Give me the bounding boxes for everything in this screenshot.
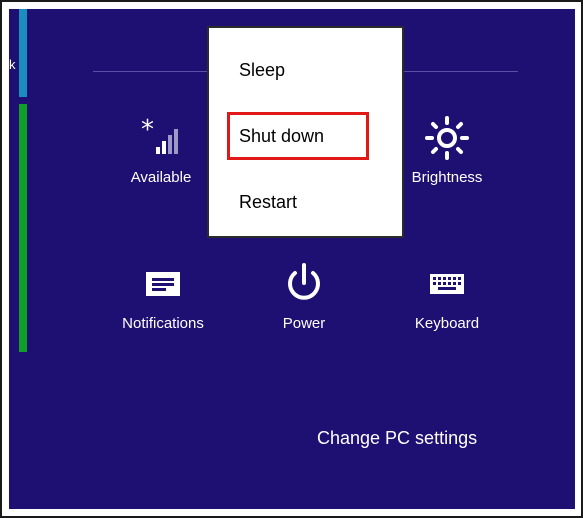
change-pc-settings-link[interactable]: Change PC settings [317, 428, 477, 449]
keyboard-icon [392, 259, 502, 309]
network-tile-label: Available [130, 169, 192, 186]
notifications-tile-label: Notifications [122, 315, 204, 332]
brightness-tile-label: Brightness [411, 169, 483, 186]
power-icon [249, 259, 359, 309]
brightness-icon [392, 113, 502, 163]
network-tile[interactable]: * Available [106, 113, 216, 186]
start-screen-tile-green [19, 104, 27, 352]
notifications-icon [108, 259, 218, 309]
notifications-tile[interactable]: Notifications [108, 259, 218, 332]
power-menu: Sleep Shut down Restart [207, 26, 404, 238]
screenshot-frame: k * Available Brightness Notifications P… [0, 0, 583, 518]
keyboard-tile[interactable]: Keyboard [392, 259, 502, 332]
shut-down-menu-item[interactable]: Shut down [239, 126, 324, 147]
keyboard-tile-label: Keyboard [414, 315, 480, 332]
wifi-signal-icon: * [106, 113, 216, 163]
settings-charm-panel: k * Available Brightness Notifications P… [9, 9, 575, 509]
power-tile-label: Power [282, 315, 326, 332]
power-tile[interactable]: Power [249, 259, 359, 332]
restart-menu-item[interactable]: Restart [239, 192, 297, 213]
svg-text:*: * [141, 116, 154, 145]
sleep-menu-item[interactable]: Sleep [239, 60, 285, 81]
start-screen-tile-blue [19, 9, 27, 97]
tile-edge-text: k [9, 57, 16, 72]
brightness-tile[interactable]: Brightness [392, 113, 502, 186]
